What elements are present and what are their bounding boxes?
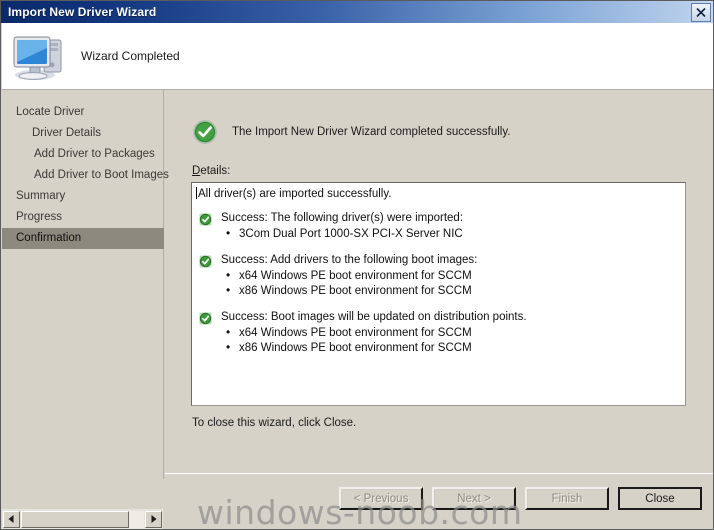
- details-first-line: All driver(s) are imported successfully.: [196, 187, 682, 200]
- window-title: Import New Driver Wizard: [8, 5, 157, 19]
- next-button[interactable]: Next >: [432, 487, 516, 510]
- sidebar-item-locate-driver[interactable]: Locate Driver: [2, 102, 163, 123]
- finish-button[interactable]: Finish: [525, 487, 609, 510]
- horizontal-scrollbar[interactable]: [2, 509, 163, 529]
- details-first-line-text: All driver(s) are imported successfully.: [198, 188, 392, 200]
- text-caret: [196, 187, 197, 199]
- scroll-right-button[interactable]: [145, 510, 162, 528]
- list-item: x86 Windows PE boot environment for SCCM: [195, 283, 682, 299]
- wizard-window: Import New Driver Wizard Wizard Complete…: [0, 0, 714, 530]
- arrow-left-icon: [8, 515, 14, 523]
- success-check-icon: [199, 255, 212, 268]
- detail-group-heading: Success: The following driver(s) were im…: [195, 212, 682, 226]
- detail-group-items: x64 Windows PE boot environment for SCCM…: [195, 325, 682, 356]
- detail-group-heading-text: Success: Add drivers to the following bo…: [221, 254, 478, 266]
- close-hint-text: To close this wizard, click Close.: [192, 417, 357, 429]
- details-textbox[interactable]: All driver(s) are imported successfully.…: [191, 182, 686, 406]
- footer-separator: [165, 473, 713, 474]
- scrollbar-track[interactable]: [21, 510, 144, 528]
- detail-group: Success: Add drivers to the following bo…: [195, 254, 682, 299]
- wizard-steps-sidebar: Locate Driver Driver Details Add Driver …: [2, 90, 169, 479]
- detail-group-heading-text: Success: The following driver(s) were im…: [221, 212, 464, 224]
- detail-group-items: 3Com Dual Port 1000-SX PCI-X Server NIC: [195, 226, 682, 242]
- sidebar-item-summary[interactable]: Summary: [2, 186, 163, 207]
- details-label: Details:: [192, 165, 231, 177]
- list-item: x64 Windows PE boot environment for SCCM: [195, 325, 682, 341]
- close-icon: [696, 8, 706, 17]
- sidebar-item-progress[interactable]: Progress: [2, 207, 163, 228]
- button-bar: < Previous Next > Finish Close: [339, 487, 702, 510]
- status-text: The Import New Driver Wizard completed s…: [232, 126, 511, 138]
- arrow-right-icon: [151, 515, 157, 523]
- list-item: 3Com Dual Port 1000-SX PCI-X Server NIC: [195, 226, 682, 242]
- list-item: x64 Windows PE boot environment for SCCM: [195, 268, 682, 284]
- detail-group: Success: The following driver(s) were im…: [195, 212, 682, 242]
- computer-icon: [13, 36, 62, 80]
- detail-group-heading: Success: Boot images will be updated on …: [195, 311, 682, 325]
- sidebar-item-confirmation[interactable]: Confirmation: [2, 228, 164, 249]
- sidebar-item-driver-details[interactable]: Driver Details: [2, 123, 163, 144]
- success-check-icon: [199, 213, 212, 226]
- wizard-body: Locate Driver Driver Details Add Driver …: [2, 90, 713, 479]
- wizard-header: Wizard Completed: [2, 23, 713, 90]
- detail-group: Success: Boot images will be updated on …: [195, 311, 682, 356]
- detail-group-items: x64 Windows PE boot environment for SCCM…: [195, 268, 682, 299]
- title-bar: Import New Driver Wizard: [1, 1, 713, 23]
- success-check-icon: [199, 312, 212, 325]
- success-check-icon: [193, 120, 217, 144]
- header-title: Wizard Completed: [81, 49, 180, 63]
- previous-button[interactable]: < Previous: [339, 487, 423, 510]
- sidebar-item-add-driver-to-boot-images[interactable]: Add Driver to Boot Images: [2, 165, 169, 186]
- sidebar-item-add-driver-to-packages[interactable]: Add Driver to Packages: [2, 144, 163, 165]
- list-item: x86 Windows PE boot environment for SCCM: [195, 340, 682, 356]
- wizard-content: The Import New Driver Wizard completed s…: [165, 90, 713, 479]
- status-row: The Import New Driver Wizard completed s…: [192, 119, 510, 145]
- close-wizard-button[interactable]: Close: [618, 487, 702, 510]
- scroll-left-button[interactable]: [3, 510, 20, 528]
- scrollbar-thumb[interactable]: [21, 510, 129, 528]
- detail-group-heading: Success: Add drivers to the following bo…: [195, 254, 682, 268]
- close-button[interactable]: [691, 3, 711, 22]
- detail-group-heading-text: Success: Boot images will be updated on …: [221, 311, 527, 323]
